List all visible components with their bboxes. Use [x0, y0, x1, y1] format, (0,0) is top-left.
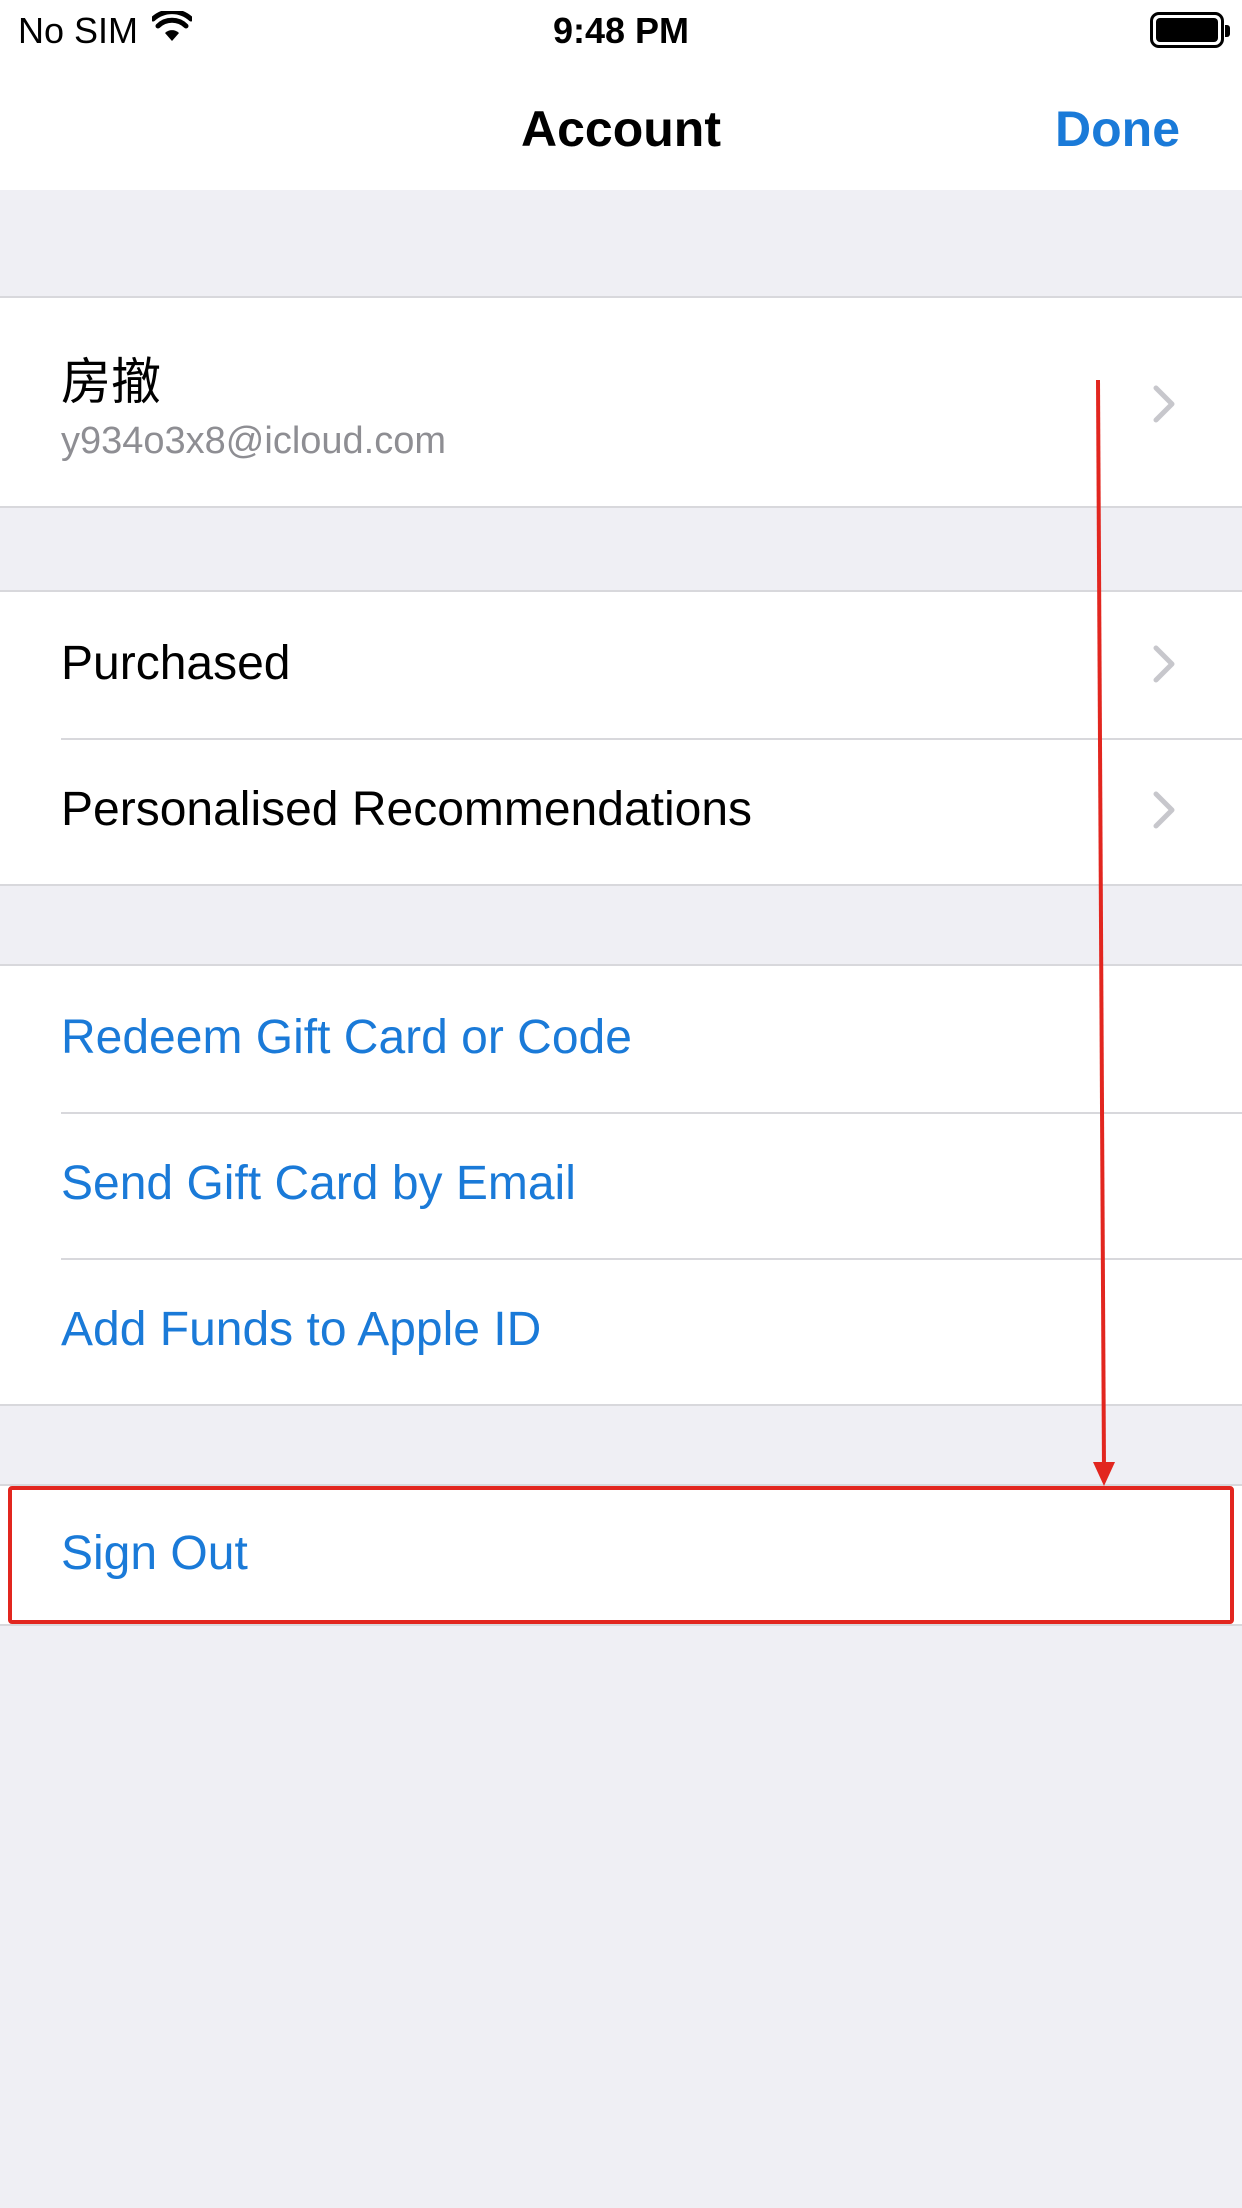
list-item-purchased[interactable]: Purchased	[0, 592, 1242, 738]
add-funds-label: Add Funds to Apple ID	[61, 1303, 542, 1356]
personalised-recommendations-label: Personalised Recommendations	[61, 783, 753, 836]
account-screen: No SIM 9:48 PM Account Done 房撤 y934o3x8@…	[0, 0, 1242, 2208]
annotation-highlight-box	[8, 1486, 1234, 1624]
chevron-right-icon	[1153, 385, 1175, 423]
account-email: y934o3x8@icloud.com	[61, 420, 447, 462]
chevron-right-icon	[1153, 645, 1175, 683]
store-section: Purchased Personalised Recommendations	[0, 590, 1242, 886]
status-time: 9:48 PM	[552, 10, 690, 51]
account-section: 房撤 y934o3x8@icloud.com	[0, 296, 1242, 508]
chevron-right-icon	[1153, 791, 1175, 829]
gift-card-section: Redeem Gift Card or Code Send Gift Card …	[0, 964, 1242, 1406]
purchased-label: Purchased	[61, 637, 291, 690]
battery-icon	[1150, 12, 1230, 48]
list-item-personalised-recommendations[interactable]: Personalised Recommendations	[0, 738, 1242, 884]
account-row[interactable]: 房撤 y934o3x8@icloud.com	[0, 298, 1242, 506]
redeem-gift-card-label: Redeem Gift Card or Code	[61, 1011, 632, 1064]
send-gift-card-button[interactable]: Send Gift Card by Email	[0, 1112, 1242, 1258]
status-bar: No SIM 9:48 PM	[0, 0, 1242, 60]
send-gift-card-label: Send Gift Card by Email	[61, 1157, 576, 1210]
account-name: 房撤	[61, 354, 161, 410]
add-funds-button[interactable]: Add Funds to Apple ID	[0, 1258, 1242, 1404]
navigation-bar: Account Done	[0, 60, 1242, 190]
redeem-gift-card-button[interactable]: Redeem Gift Card or Code	[0, 966, 1242, 1112]
done-button[interactable]: Done	[1055, 100, 1180, 158]
